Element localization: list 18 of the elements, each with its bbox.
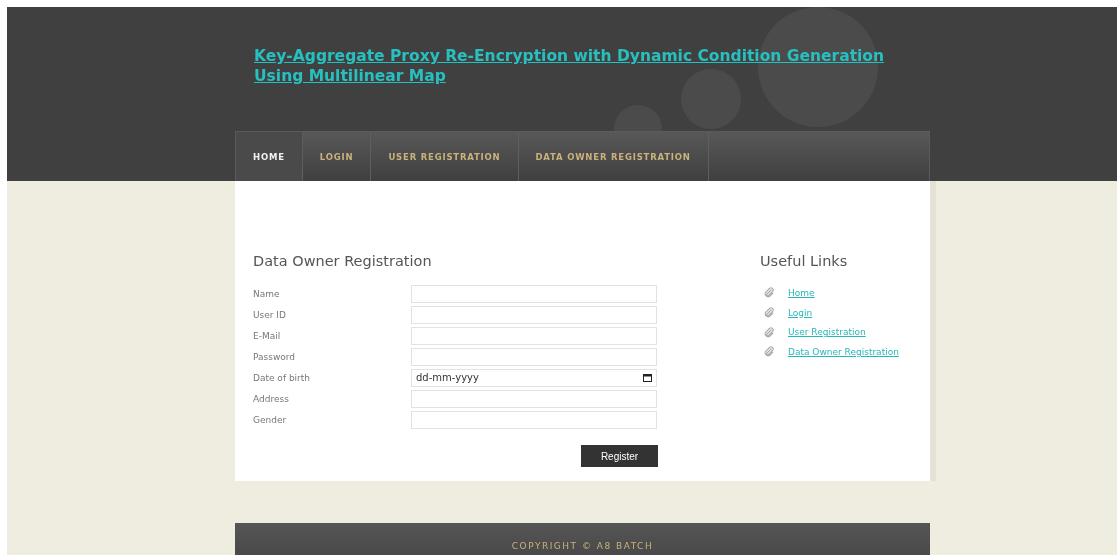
field-label: Address: [253, 393, 290, 404]
sidebar-link[interactable]: Data Owner Registration: [788, 346, 899, 357]
site-title-link[interactable]: Key-Aggregate Proxy Re-Encryption with Dynamic Condition Generation Using Multilinear Map: [254, 46, 894, 86]
sidebar-link[interactable]: User Registration: [788, 327, 866, 338]
register-button[interactable]: Register: [581, 445, 658, 467]
date-field[interactable]: dd-mm-yyyy: [411, 368, 657, 387]
field-label: E-Mail: [253, 330, 282, 341]
sidebar-link[interactable]: Home: [788, 287, 815, 298]
sidebar-link[interactable]: Login: [788, 307, 813, 318]
nav-tab[interactable]: HOME: [236, 132, 303, 181]
field-label: Name: [253, 288, 281, 299]
field-label: Password: [253, 351, 297, 362]
field-label: Gender: [253, 414, 288, 425]
copyright-text: COPYRIGHT © A8 BATCH: [511, 541, 654, 553]
field-label: User ID: [253, 309, 287, 320]
form-heading: Data Owner Registration: [253, 253, 433, 269]
sidebar-heading: Useful Links: [760, 253, 849, 269]
field-label: Date of birth: [253, 372, 312, 383]
